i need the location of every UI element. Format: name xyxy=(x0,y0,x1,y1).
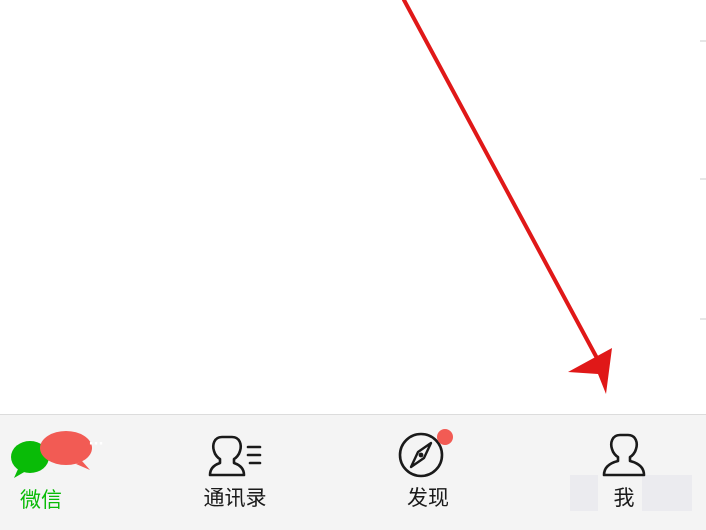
person-icon xyxy=(602,433,646,477)
list-divider xyxy=(700,318,706,320)
tab-discover-label: 发现 xyxy=(407,486,449,510)
tab-contacts[interactable]: 通讯录 xyxy=(180,415,290,530)
discover-dot-badge xyxy=(437,429,453,445)
list-divider xyxy=(700,40,706,42)
wechat-screen: ··· 微信 通讯录 发现 我 xyxy=(0,0,706,530)
compass-icon xyxy=(398,429,453,478)
tab-chats[interactable]: ··· 微信 xyxy=(0,415,103,530)
main-content-area xyxy=(0,0,706,414)
tab-me[interactable]: 我 xyxy=(570,415,692,530)
tab-me-label: 我 xyxy=(613,486,635,510)
tab-chats-label: 微信 xyxy=(20,488,62,512)
tab-contacts-label: 通讯录 xyxy=(203,486,267,510)
list-divider xyxy=(700,178,706,180)
bottom-tab-bar: ··· 微信 通讯录 发现 我 xyxy=(0,414,706,530)
unread-badge: ··· xyxy=(88,437,104,452)
contacts-icon xyxy=(208,435,262,477)
tab-discover[interactable]: 发现 xyxy=(378,415,478,530)
